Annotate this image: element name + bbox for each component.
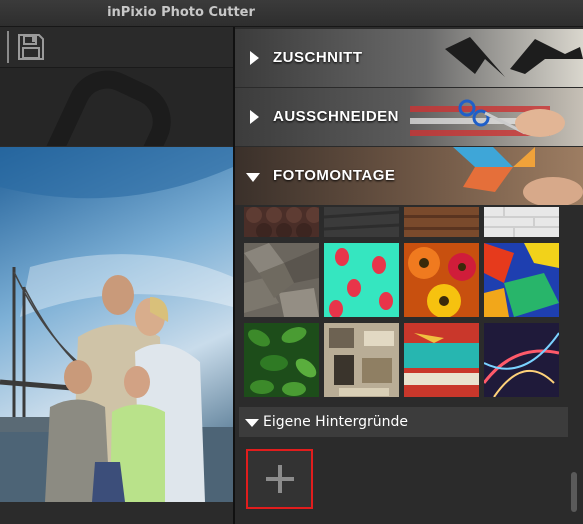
chevron-down-icon xyxy=(245,419,259,427)
background-tiles-grid xyxy=(235,207,583,402)
section-label: FOTOMONTAGE xyxy=(273,167,396,184)
canvas-area xyxy=(0,27,233,524)
background-tile[interactable] xyxy=(324,323,399,397)
background-tile[interactable] xyxy=(484,323,559,397)
subsection-own-backgrounds[interactable]: Eigene Hintergründe xyxy=(239,407,568,437)
side-panel: ZUSCHNITT AUSSCHNEIDEN FOTOMONTAGE Eigen… xyxy=(235,27,583,524)
background-tile[interactable] xyxy=(404,243,479,317)
add-background-button[interactable] xyxy=(246,449,313,509)
canvas-footer xyxy=(0,502,233,524)
background-tile[interactable] xyxy=(324,243,399,317)
background-tile[interactable] xyxy=(324,207,399,237)
background-tile[interactable] xyxy=(484,207,559,237)
section-label: AUSSCHNEIDEN xyxy=(273,108,400,125)
background-tile[interactable] xyxy=(244,243,319,317)
toolbar xyxy=(0,27,233,68)
canvas-decoration xyxy=(26,68,184,146)
chevron-right-icon xyxy=(250,110,259,124)
background-tile[interactable] xyxy=(484,243,559,317)
background-tile[interactable] xyxy=(404,323,479,397)
save-button[interactable] xyxy=(14,31,48,63)
chevron-right-icon xyxy=(250,51,259,65)
section-fotomontage[interactable]: FOTOMONTAGE xyxy=(235,147,583,205)
save-icon xyxy=(18,34,44,60)
window-title: inPixio Photo Cutter xyxy=(107,5,255,20)
subsection-label: Eigene Hintergründe xyxy=(263,414,408,430)
photo-canvas[interactable] xyxy=(0,147,233,502)
chevron-down-icon xyxy=(246,173,260,182)
background-tile[interactable] xyxy=(244,323,319,397)
section-ausschneiden[interactable]: AUSSCHNEIDEN xyxy=(235,88,583,146)
section-label: ZUSCHNITT xyxy=(273,49,363,66)
canvas-background xyxy=(0,68,233,146)
section-zuschnitt[interactable]: ZUSCHNITT xyxy=(235,29,583,87)
scrollbar-thumb[interactable] xyxy=(571,472,577,512)
toolbar-separator xyxy=(7,31,9,63)
background-tile[interactable] xyxy=(244,207,319,237)
family-photo xyxy=(0,147,233,502)
title-bar: inPixio Photo Cutter xyxy=(0,0,583,27)
plus-icon xyxy=(265,465,294,493)
background-tile[interactable] xyxy=(404,207,479,237)
